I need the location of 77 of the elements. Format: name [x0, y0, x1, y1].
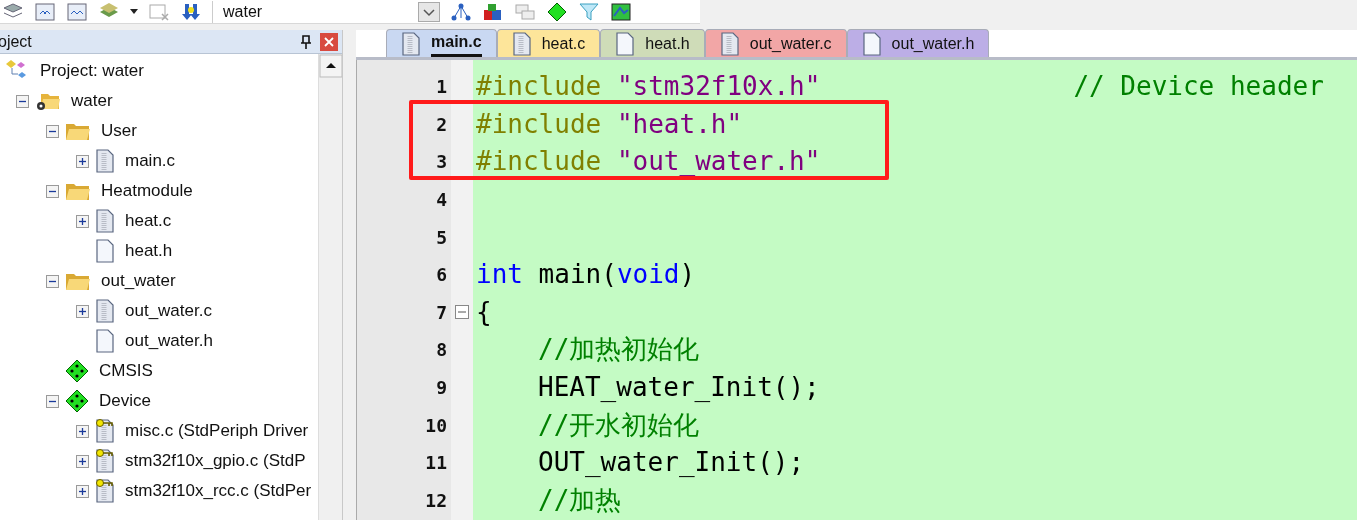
tree-item[interactable]: main.c	[125, 148, 176, 174]
file-icon	[95, 209, 115, 233]
tree-item[interactable]: Heatmodule	[101, 178, 193, 204]
expand-icon[interactable]	[76, 424, 89, 438]
key-file-icon	[95, 479, 115, 503]
tree-item[interactable]: out_water.c	[125, 298, 212, 324]
line-number: 9	[435, 376, 448, 401]
line-number: 12	[424, 488, 448, 513]
tree-item[interactable]: heat.h	[125, 238, 173, 264]
component-icon[interactable]	[546, 1, 568, 22]
expand-icon[interactable]	[76, 454, 89, 468]
window-icon[interactable]	[66, 1, 88, 22]
file-tab[interactable]: out_water.h	[846, 29, 990, 57]
file-icon	[95, 149, 115, 173]
line-number: 3	[435, 150, 448, 175]
code-line: int main(void)	[476, 258, 696, 292]
file-tab[interactable]: heat.h	[600, 29, 705, 57]
line-number: 5	[435, 225, 448, 250]
collapse-icon[interactable]	[46, 274, 59, 288]
dropdown-icon[interactable]	[418, 1, 440, 22]
download-icon[interactable]	[180, 1, 202, 22]
file-icon	[95, 239, 115, 263]
code-line: #include "stm32f10x.h"	[476, 70, 821, 104]
code-line: //加热	[538, 483, 622, 517]
collapse-icon[interactable]	[46, 184, 59, 198]
tree-item[interactable]: out_water.h	[125, 328, 213, 354]
component-icon	[65, 359, 89, 383]
line-number: 1	[435, 75, 448, 100]
line-number: 6	[435, 263, 448, 288]
expand-icon[interactable]	[76, 214, 89, 228]
close-icon[interactable]	[320, 32, 338, 51]
key-file-icon	[95, 419, 115, 443]
blocks-icon[interactable]	[482, 1, 504, 22]
code-line: {	[476, 295, 492, 329]
map-icon[interactable]	[610, 1, 632, 22]
code-comment: // Device header	[1073, 70, 1324, 104]
collapse-icon[interactable]	[16, 94, 29, 108]
tree-item[interactable]: heat.c	[125, 208, 172, 234]
tree-item[interactable]: out_water	[101, 268, 176, 294]
code-line: //加热初始化	[538, 333, 700, 367]
file-tab[interactable]: main.c	[386, 29, 497, 57]
tree-item[interactable]: Device	[99, 388, 151, 414]
file-icon	[95, 329, 115, 353]
code-line: #include "heat.h"	[476, 107, 743, 141]
scroll-up-icon[interactable]	[319, 54, 342, 78]
network-icon[interactable]	[450, 1, 472, 22]
line-number: 2	[435, 112, 448, 137]
tree-item[interactable]: Project: water	[40, 58, 144, 84]
scrollbar[interactable]	[318, 54, 342, 520]
file-tab[interactable]: heat.c	[496, 29, 601, 57]
collapse-icon[interactable]	[46, 394, 59, 408]
tree-item[interactable]: misc.c (StdPeriph Driver	[125, 418, 309, 444]
code-line: //开水初始化	[538, 408, 700, 442]
line-number: 8	[435, 338, 448, 363]
window-icon[interactable]	[34, 1, 56, 22]
line-number: 10	[424, 413, 448, 438]
expand-icon[interactable]	[76, 484, 89, 498]
expand-icon[interactable]	[76, 304, 89, 318]
code-line: OUT_water_Init();	[538, 446, 805, 480]
tree-item[interactable]: stm32f10x_gpio.c (StdP	[125, 448, 306, 474]
file-tab[interactable]: out_water.c	[704, 29, 847, 57]
pin-icon[interactable]	[300, 34, 312, 49]
collapse-icon[interactable]	[46, 124, 59, 138]
line-number: 4	[435, 188, 448, 213]
tree-item[interactable]: stm32f10x_rcc.c (StdPer	[125, 478, 312, 504]
tree-item[interactable]: water	[71, 88, 113, 114]
component-icon	[65, 389, 89, 413]
line-number: 7	[435, 300, 448, 325]
key-file-icon	[95, 449, 115, 473]
expand-icon[interactable]	[76, 154, 89, 168]
file-icon	[95, 299, 115, 323]
line-number: 11	[424, 451, 448, 476]
code-line: #include "out_water.h"	[476, 145, 821, 179]
tree-item[interactable]: User	[101, 118, 137, 144]
tree-item[interactable]: CMSIS	[99, 358, 153, 384]
code-line: HEAT_water_Init();	[538, 371, 820, 405]
caret-icon[interactable]	[130, 8, 138, 15]
